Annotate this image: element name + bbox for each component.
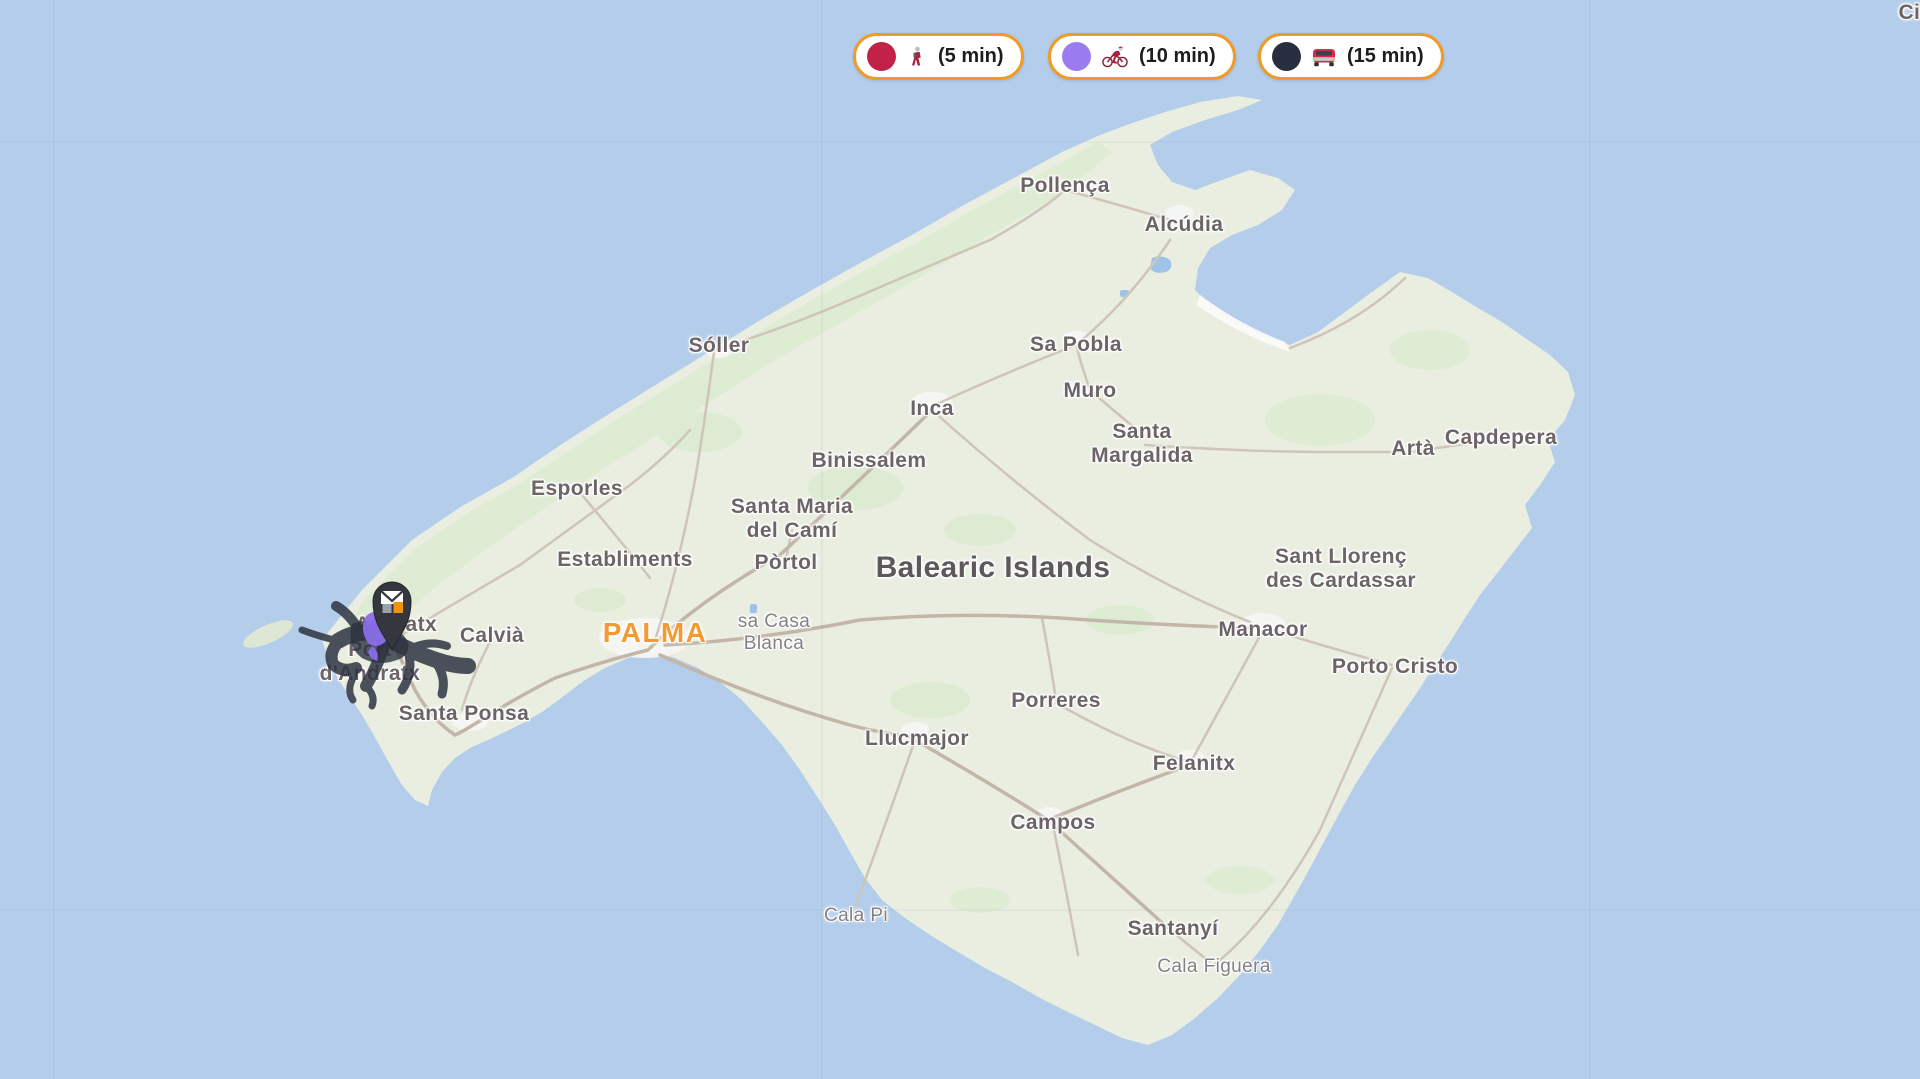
legend-pill-walking[interactable]: (5 min) <box>853 33 1024 80</box>
legend-label-walking: (5 min) <box>938 45 1004 68</box>
map-canvas[interactable] <box>0 0 1920 1079</box>
legend-pill-driving[interactable]: (15 min) <box>1258 33 1444 80</box>
legend-pill-cycling[interactable]: (10 min) <box>1048 33 1236 80</box>
walking-icon <box>906 44 928 70</box>
driving-color-swatch <box>1272 42 1301 71</box>
legend-label-cycling: (10 min) <box>1139 45 1216 68</box>
walking-color-swatch <box>867 42 896 71</box>
map-app: { "legend": { "items": [ {"mode":"walkin… <box>0 0 1920 1079</box>
legend-label-driving: (15 min) <box>1347 45 1424 68</box>
cycling-icon <box>1101 44 1129 69</box>
car-icon <box>1311 45 1337 68</box>
cycling-color-swatch <box>1062 42 1091 71</box>
